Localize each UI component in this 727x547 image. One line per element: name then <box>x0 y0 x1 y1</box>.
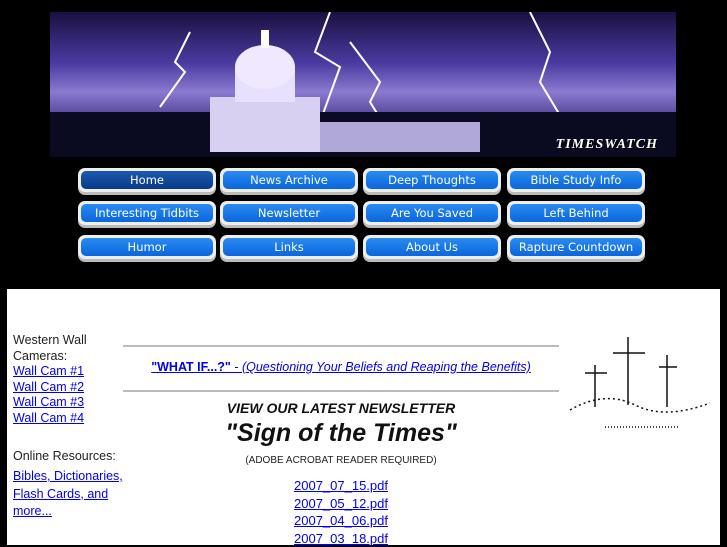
pdf-link[interactable]: 2007_03_18.pdf <box>123 530 559 547</box>
nav-button-label[interactable]: Interesting Tidbits <box>81 204 213 222</box>
resources-link[interactable]: Bibles, Dictionaries, Flash Cards, and m… <box>13 468 123 521</box>
newsletter-title: "Sign of the Times" <box>123 419 559 448</box>
pdf-list: 2007_07_15.pdf 2007_05_12.pdf 2007_04_06… <box>123 477 559 547</box>
content-area: Western Wall Cameras: Wall Cam #1 Wall C… <box>7 289 720 545</box>
resources-heading: Online Resources: <box>13 448 123 465</box>
nav-button-humor[interactable]: Humor <box>78 235 216 259</box>
nav-button-label[interactable]: Deep Thoughts <box>366 171 498 189</box>
nav-button-newsletter[interactable]: Newsletter <box>220 201 358 225</box>
nav-button-label[interactable]: News Archive <box>223 171 355 189</box>
nav-button-label[interactable]: Home <box>81 171 213 189</box>
nav-button-left-behind[interactable]: Left Behind <box>507 201 645 225</box>
newsletter-note: (ADOBE ACROBAT READER REQUIRED) <box>123 455 559 466</box>
divider <box>123 345 559 347</box>
nav-button-rapture-countdown[interactable]: Rapture Countdown <box>507 235 645 259</box>
divider <box>123 390 559 392</box>
header-banner: TIMESWATCH <box>50 12 676 157</box>
nav-button-interesting-tidbits[interactable]: Interesting Tidbits <box>78 201 216 225</box>
newsletter-heading: VIEW OUR LATEST NEWSLETTER <box>123 400 559 416</box>
nav-button-deep-thoughts[interactable]: Deep Thoughts <box>363 168 501 192</box>
pdf-link[interactable]: 2007_07_15.pdf <box>123 477 559 495</box>
nav-button-are-you-saved[interactable]: Are You Saved <box>363 201 501 225</box>
wall-cam-4-link[interactable]: Wall Cam #4 <box>13 411 123 427</box>
whatif-link[interactable]: "WHAT IF...?" - (Questioning Your Belief… <box>123 360 559 374</box>
nav-button-home[interactable]: Home <box>78 168 216 192</box>
wall-cam-1-link[interactable]: Wall Cam #1 <box>13 364 123 380</box>
nav-button-about-us[interactable]: About Us <box>363 235 501 259</box>
three-crosses-image <box>565 325 715 435</box>
wall-cam-2-link[interactable]: Wall Cam #2 <box>13 380 123 396</box>
nav-button-links[interactable]: Links <box>220 235 358 259</box>
nav-button-label[interactable]: Humor <box>81 238 213 256</box>
nav-button-label[interactable]: About Us <box>366 238 498 256</box>
nav-button-label[interactable]: Are You Saved <box>366 204 498 222</box>
whatif-subtitle[interactable]: (Questioning Your Beliefs and Reaping th… <box>242 360 531 374</box>
sidebar: Western Wall Cameras: Wall Cam #1 Wall C… <box>13 333 123 521</box>
wall-cam-3-link[interactable]: Wall Cam #3 <box>13 395 123 411</box>
nav-button-label[interactable]: Left Behind <box>510 204 642 222</box>
nav-button-label[interactable]: Newsletter <box>223 204 355 222</box>
nav-button-bible-study-info[interactable]: Bible Study Info <box>507 168 645 192</box>
pdf-link[interactable]: 2007_04_06.pdf <box>123 512 559 530</box>
pdf-link[interactable]: 2007_05_12.pdf <box>123 495 559 513</box>
banner-brand: TIMESWATCH <box>556 137 658 153</box>
separator: - <box>231 360 242 374</box>
cams-heading: Western Wall Cameras: <box>13 333 123 364</box>
nav-button-label[interactable]: Links <box>223 238 355 256</box>
whatif-title[interactable]: "WHAT IF...?" <box>151 360 231 374</box>
nav-button-label[interactable]: Rapture Countdown <box>510 238 642 256</box>
nav-button-label[interactable]: Bible Study Info <box>510 171 642 189</box>
nav-button-news-archive[interactable]: News Archive <box>220 168 358 192</box>
